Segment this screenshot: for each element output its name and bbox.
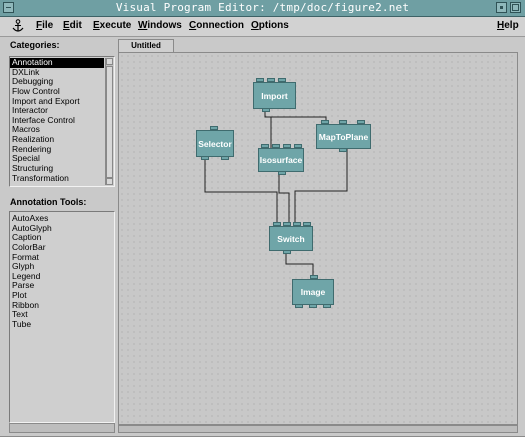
node-image[interactable]: Image bbox=[292, 275, 334, 308]
tab-untitled[interactable]: Untitled bbox=[118, 39, 174, 53]
input-tab[interactable] bbox=[272, 144, 280, 148]
output-tab[interactable] bbox=[278, 171, 286, 175]
node-switch[interactable]: Switch bbox=[269, 222, 313, 254]
input-tab[interactable] bbox=[310, 275, 318, 279]
node-label: MapToPlane bbox=[318, 131, 369, 142]
wire-import-maptoplane bbox=[264, 109, 327, 124]
tools-label: Annotation Tools: bbox=[10, 197, 87, 207]
input-tab[interactable] bbox=[303, 222, 311, 226]
tools-list[interactable]: AutoAxes AutoGlyph Caption ColorBar Form… bbox=[9, 211, 115, 423]
input-tab[interactable] bbox=[273, 222, 281, 226]
output-tab[interactable] bbox=[323, 304, 331, 308]
node-label: Switch bbox=[277, 233, 305, 244]
output-tab[interactable] bbox=[283, 250, 291, 254]
minimize-button[interactable] bbox=[496, 2, 507, 13]
categories-label: Categories: bbox=[10, 40, 60, 50]
scroll-up-arrow-icon[interactable] bbox=[106, 58, 113, 65]
wire-import-isosurface bbox=[264, 109, 272, 148]
menu-options[interactable]: Options bbox=[251, 20, 289, 31]
menu-bar: File Edit Execute Windows Connection Opt… bbox=[0, 17, 525, 37]
output-tab[interactable] bbox=[221, 156, 229, 160]
output-tab[interactable] bbox=[339, 148, 347, 152]
wire-isosurface-switch bbox=[278, 172, 290, 226]
node-selector[interactable]: Selector bbox=[196, 126, 234, 160]
program-canvas[interactable]: Import Selector Isosurface MapToPlane Sw… bbox=[118, 52, 518, 425]
input-tab[interactable] bbox=[357, 120, 365, 124]
categories-scrollbar[interactable] bbox=[105, 58, 113, 185]
title-bar[interactable]: Visual Program Editor: /tmp/doc/figure2.… bbox=[0, 0, 525, 17]
node-import[interactable]: Import bbox=[253, 78, 296, 112]
menu-connection[interactable]: Connection bbox=[189, 20, 244, 31]
input-tab[interactable] bbox=[339, 120, 347, 124]
node-label: Image bbox=[300, 287, 326, 297]
input-tab[interactable] bbox=[283, 222, 291, 226]
node-label: Selector bbox=[198, 138, 232, 149]
tools-horizontal-scrollbar[interactable] bbox=[9, 423, 115, 433]
category-item[interactable]: Transformation bbox=[10, 173, 114, 184]
input-tab[interactable] bbox=[267, 78, 275, 82]
connection-wires bbox=[204, 109, 348, 279]
output-tab[interactable] bbox=[201, 156, 209, 160]
scroll-thumb[interactable] bbox=[106, 66, 113, 178]
input-tab[interactable] bbox=[278, 78, 286, 82]
input-tab[interactable] bbox=[261, 144, 269, 148]
output-tab[interactable] bbox=[295, 304, 303, 308]
input-tab[interactable] bbox=[321, 120, 329, 124]
input-tab[interactable] bbox=[256, 78, 264, 82]
tool-item[interactable]: Tube bbox=[10, 319, 114, 330]
wire-switch-image bbox=[285, 251, 314, 279]
input-tab[interactable] bbox=[283, 144, 291, 148]
input-tab[interactable] bbox=[293, 222, 301, 226]
window-title: Visual Program Editor: /tmp/doc/figure2.… bbox=[115, 1, 410, 14]
scroll-down-arrow-icon[interactable] bbox=[106, 178, 113, 185]
anchor-icon[interactable] bbox=[12, 19, 24, 33]
output-tab[interactable] bbox=[262, 108, 270, 112]
input-tab[interactable] bbox=[294, 144, 302, 148]
maximize-button[interactable] bbox=[510, 2, 521, 13]
node-label: Import bbox=[261, 90, 288, 101]
input-tab[interactable] bbox=[210, 126, 218, 130]
output-tab[interactable] bbox=[309, 304, 317, 308]
node-isosurface[interactable]: Isosurface bbox=[258, 144, 304, 175]
menu-file[interactable]: File bbox=[36, 20, 53, 31]
node-maptoplane[interactable]: MapToPlane bbox=[316, 120, 371, 152]
menu-help[interactable]: Help bbox=[497, 20, 519, 31]
canvas-horizontal-scrollbar[interactable] bbox=[118, 425, 518, 433]
node-label: Isosurface bbox=[259, 155, 303, 165]
menu-execute[interactable]: Execute bbox=[93, 20, 131, 31]
menu-windows[interactable]: Windows bbox=[138, 20, 182, 31]
categories-list[interactable]: Annotation DXLink Debugging Flow Control… bbox=[9, 56, 115, 187]
menu-edit[interactable]: Edit bbox=[63, 20, 82, 31]
